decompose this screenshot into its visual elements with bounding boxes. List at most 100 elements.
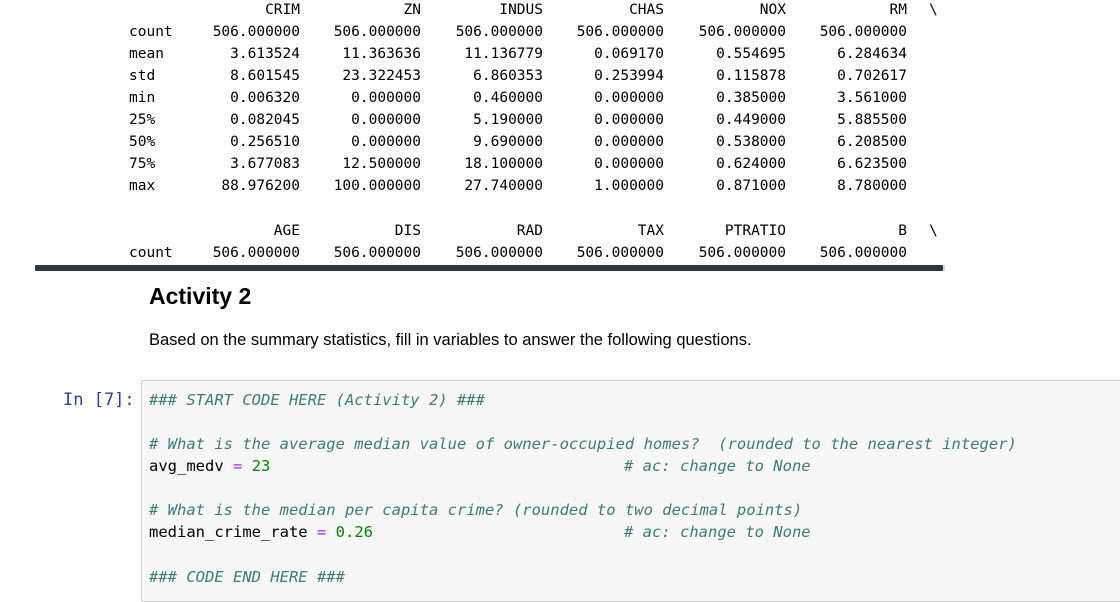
table-cell: 506.000000 — [698, 24, 786, 40]
table-cell: 506.000000 — [455, 245, 543, 261]
table-cell: 0.624000 — [716, 156, 786, 172]
table-cell: 0.000000 — [594, 112, 664, 128]
table-cell: 6.860353 — [473, 68, 543, 84]
table-cell: 12.500000 — [342, 156, 421, 172]
table-row: 25% 0.082045 0.000000 5.190000 0.000000 0.449… — [0, 109, 1120, 131]
column-header: B — [898, 223, 907, 239]
table-row: min 0.006320 0.000000 0.460000 0.000000 0.385… — [0, 87, 1120, 109]
code-q2-line: median_crime_rate = 0.26 — [149, 521, 373, 543]
table-row: 50% 0.256510 0.000000 9.690000 0.000000 0.538… — [0, 131, 1120, 153]
table-row: count 506.000000 506.000000 506.000000 506.0… — [0, 242, 1120, 264]
table-cell: 18.100000 — [464, 156, 543, 172]
code-q1-comment: # What is the average median value of ow… — [149, 435, 1017, 453]
row-label: max — [129, 178, 156, 194]
table-cell: 9.690000 — [473, 134, 543, 150]
q2-assign-op: = — [316, 523, 327, 541]
table-cell: 0.000000 — [351, 112, 421, 128]
table-cell: 88.976200 — [221, 178, 300, 194]
row-label: mean — [129, 46, 164, 62]
table-header-row: CRIM ZN INDUS CHAS NOX RM \ — [0, 0, 1120, 21]
table-cell: 0.385000 — [716, 90, 786, 106]
table-cell: 506.000000 — [576, 24, 664, 40]
row-label: 75% — [129, 156, 156, 172]
table-cell: 506.000000 — [212, 24, 300, 40]
cell-prompt: In [7]: — [63, 390, 135, 410]
row-label: 50% — [129, 134, 156, 150]
row-label: min — [129, 90, 156, 106]
table-cell: 0.006320 — [230, 90, 300, 106]
table-cell: 506.000000 — [698, 245, 786, 261]
table-row: count 506.000000 506.000000 506.000000 506.0… — [0, 21, 1120, 43]
table-header-row: AGE DIS RAD TAX PTRATIO B \ — [0, 220, 1120, 242]
code-q1-line: avg_medv = 23 — [149, 455, 270, 477]
table-cell: 0.253994 — [594, 68, 664, 84]
table-cell: 0.871000 — [716, 178, 786, 194]
table-cell: 27.740000 — [464, 178, 543, 194]
table-cell: 506.000000 — [576, 245, 664, 261]
horizontal-scrollbar-thumb[interactable] — [35, 265, 943, 271]
table-cell: 6.623500 — [837, 156, 907, 172]
table-cell: 506.000000 — [333, 245, 421, 261]
table-cell: 0.000000 — [351, 134, 421, 150]
row-label: count — [129, 24, 173, 40]
table-cell: 0.069170 — [594, 46, 664, 62]
table-cell: 506.000000 — [819, 245, 907, 261]
column-header: INDUS — [499, 2, 543, 18]
code-start-comment: ### START CODE HERE (Activity 2) ### — [149, 391, 485, 409]
table-cell: 6.208500 — [837, 134, 907, 150]
table-row: mean 3.613524 11.363636 11.136779 0.069170 0.… — [0, 43, 1120, 65]
column-header: ZN — [403, 2, 421, 18]
q2-value: 0.26 — [335, 523, 373, 541]
column-header: PTRATIO — [724, 223, 786, 239]
table-cell: 11.136779 — [464, 46, 543, 62]
code-q2-comment: # What is the median per capita crime? (… — [149, 501, 803, 519]
table-cell: 0.115878 — [716, 68, 786, 84]
table-cell: 0.256510 — [230, 134, 300, 150]
table-cell: 8.601545 — [230, 68, 300, 84]
table-cell: 6.284634 — [837, 46, 907, 62]
table-row: std 8.601545 23.322453 6.860353 0.253994 0.11… — [0, 65, 1120, 87]
table-cell: 0.000000 — [594, 134, 664, 150]
table-cell: 3.561000 — [837, 90, 907, 106]
q1-variable: avg_medv — [149, 457, 224, 475]
table-cell: 11.363636 — [342, 46, 421, 62]
column-header: RM — [889, 2, 907, 18]
line-continuation: \ — [929, 2, 938, 18]
column-header: RAD — [516, 223, 543, 239]
code-q1-note: # ac: change to None — [624, 457, 811, 475]
table-cell: 0.460000 — [473, 90, 543, 106]
table-cell: 3.613524 — [230, 46, 300, 62]
row-label: std — [129, 68, 156, 84]
table-cell: 0.000000 — [594, 156, 664, 172]
table-cell: 506.000000 — [455, 24, 543, 40]
table-cell: 1.000000 — [594, 178, 664, 194]
column-header: CHAS — [629, 2, 664, 18]
table-cell: 0.702617 — [837, 68, 907, 84]
table-cell: 5.190000 — [473, 112, 543, 128]
table-cell: 0.000000 — [351, 90, 421, 106]
table-cell: 0.554695 — [716, 46, 786, 62]
column-header: NOX — [759, 2, 786, 18]
row-label: count — [129, 245, 173, 261]
table-cell: 5.885500 — [837, 112, 907, 128]
column-header: AGE — [273, 223, 300, 239]
q2-variable: median_crime_rate — [149, 523, 308, 541]
table-cell: 0.449000 — [716, 112, 786, 128]
table-row: max 88.976200 100.000000 27.740000 1.000000 0… — [0, 175, 1120, 197]
table-cell: 0.538000 — [716, 134, 786, 150]
q1-value: 23 — [251, 457, 271, 475]
table-cell: 8.780000 — [837, 178, 907, 194]
column-header: DIS — [394, 223, 421, 239]
activity-instructions: Based on the summary statistics, fill in… — [149, 331, 752, 349]
table-cell: 100.000000 — [333, 178, 421, 194]
table-cell: 23.322453 — [342, 68, 421, 84]
table-cell: 506.000000 — [212, 245, 300, 261]
code-end-comment: ### CODE END HERE ### — [149, 568, 345, 586]
table-cell: 0.000000 — [594, 90, 664, 106]
q1-assign-op: = — [233, 457, 243, 475]
code-q2-note: # ac: change to None — [624, 523, 811, 541]
column-header: TAX — [637, 223, 664, 239]
table-cell: 506.000000 — [819, 24, 907, 40]
line-continuation: \ — [929, 223, 938, 239]
column-header: CRIM — [265, 2, 300, 18]
